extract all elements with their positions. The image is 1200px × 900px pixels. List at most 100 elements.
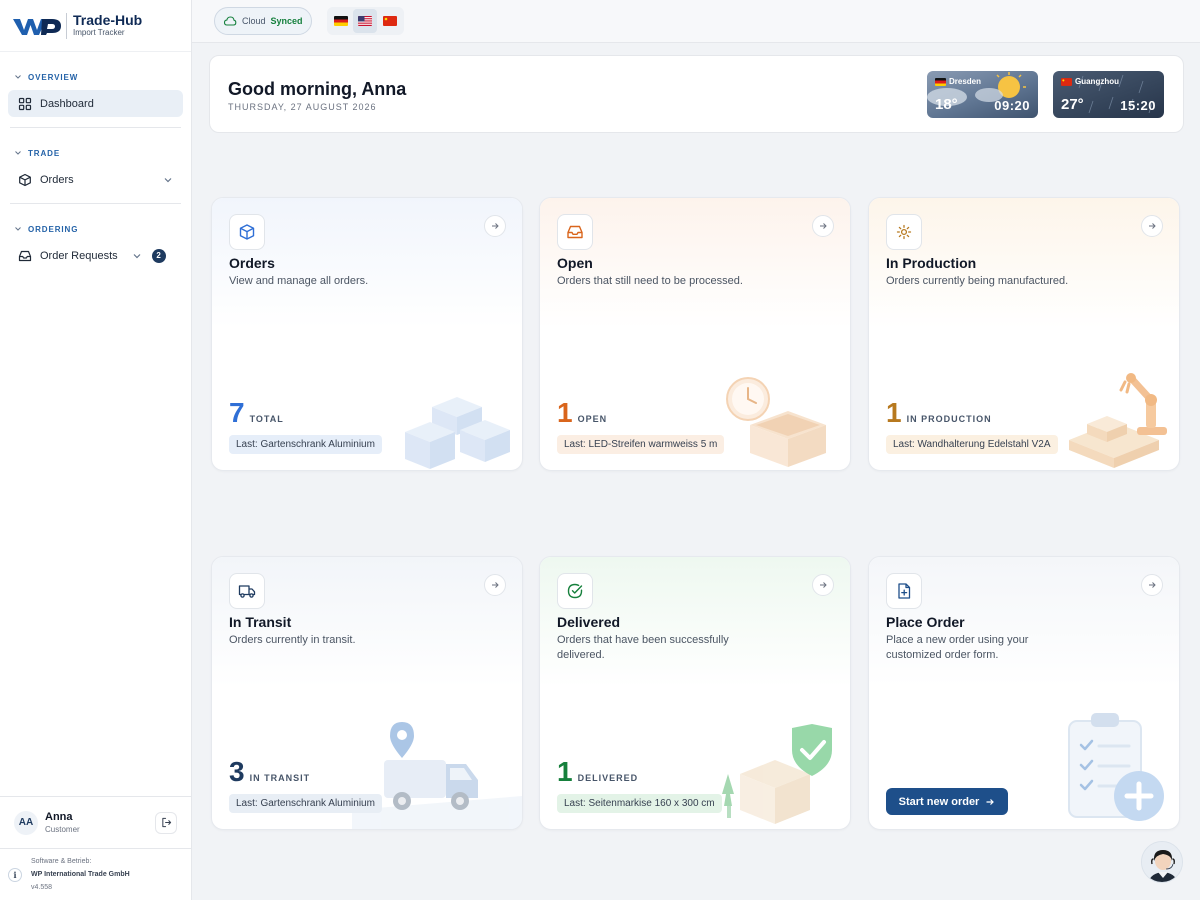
germany-flag-icon <box>334 16 349 26</box>
app-logo[interactable]: Trade-Hub Import Tracker <box>0 0 191 52</box>
card-in-transit[interactable]: In Transit Orders currently in transit. … <box>211 556 523 830</box>
china-flag-icon <box>1061 77 1072 86</box>
open-arrow-button[interactable] <box>812 574 834 596</box>
weather-city: Guangzhou <box>1061 77 1119 86</box>
count-unit: IN PRODUCTION <box>906 414 992 424</box>
city-name: Guangzhou <box>1075 77 1119 86</box>
footer-line: Software & Betrieb: <box>31 858 92 865</box>
boxes-illustration <box>405 397 510 469</box>
section-title: TRADE <box>28 148 61 158</box>
chevron-down-icon <box>15 75 21 79</box>
weather-temperature: 27° <box>1061 96 1084 113</box>
button-label: Start new order <box>898 795 980 808</box>
local-time: 09:20 <box>994 98 1030 113</box>
divider <box>10 203 181 204</box>
card-description: Place a new order using your customized … <box>886 634 1029 661</box>
count-value: 7 <box>229 397 245 428</box>
arrow-right-icon <box>492 223 499 229</box>
weather-widget-dresden[interactable]: Dresden 18° 09:20 <box>927 71 1038 118</box>
local-time: 15:20 <box>1120 98 1156 113</box>
box-icon <box>19 173 31 186</box>
card-description: Orders that still need to be processed. <box>557 275 743 287</box>
footer-text: Software & Betrieb: WP International Tra… <box>31 855 130 894</box>
last-item-tag: Last: Wandhalterung Edelstahl V2A <box>886 435 1058 454</box>
card-title: In Transit <box>229 614 292 630</box>
language-zh-button[interactable] <box>378 9 402 33</box>
count-unit: DELIVERED <box>577 773 639 783</box>
card-title: In Production <box>886 255 977 271</box>
support-chat-avatar[interactable] <box>1141 841 1183 883</box>
count-unit: IN TRANSIT <box>249 773 311 783</box>
card-icon <box>886 573 922 609</box>
logout-button[interactable] <box>155 811 177 834</box>
chevron-down-icon[interactable] <box>132 251 142 261</box>
arrow-right-icon <box>1149 223 1156 229</box>
section-ordering: ORDERING Order Requests 2 <box>0 221 191 269</box>
sidebar-item-order-requests[interactable]: Order Requests 2 <box>8 242 183 269</box>
open-arrow-button[interactable] <box>484 574 506 596</box>
open-arrow-button[interactable] <box>484 215 506 237</box>
last-item-tag: Last: LED-Streifen warmweiss 5 m <box>557 435 725 454</box>
section-overview: OVERVIEW Dashboard <box>0 69 191 117</box>
card-title: Place Order <box>886 614 965 630</box>
language-de-button[interactable] <box>329 9 353 33</box>
card-count: 1 OPEN <box>557 398 607 428</box>
section-header-overview[interactable]: OVERVIEW <box>8 69 183 85</box>
sync-status: Synced <box>270 16 303 26</box>
footer-info: i Software & Betrieb: WP International T… <box>0 848 191 900</box>
user-panel: AA Anna Customer <box>0 796 191 848</box>
card-description: Orders currently being manufactured. <box>886 275 1069 287</box>
count-value: 1 <box>557 756 573 787</box>
truck-icon <box>238 585 256 598</box>
arrow-right-icon <box>492 582 499 588</box>
inbox-icon <box>567 225 583 239</box>
arrow-right-icon <box>820 582 827 588</box>
card-title: Delivered <box>557 614 621 630</box>
shield-box-illustration <box>722 724 832 824</box>
card-orders[interactable]: Orders View and manage all orders. 7 TOT… <box>211 197 523 471</box>
language-en-button[interactable] <box>353 9 378 33</box>
sidebar-item-orders[interactable]: Orders <box>8 166 183 193</box>
avatar[interactable]: AA <box>14 810 38 835</box>
card-delivered[interactable]: Delivered Orders that have been successf… <box>539 556 851 830</box>
section-header-ordering[interactable]: ORDERING <box>8 221 183 237</box>
card-count: 7 TOTAL <box>229 398 284 428</box>
sidebar: Trade-Hub Import Tracker OVERVIEW Dashbo… <box>0 0 192 900</box>
logout-icon <box>161 817 171 828</box>
last-item-tag: Last: Gartenschrank Aluminium <box>229 794 382 813</box>
card-icon <box>229 214 265 250</box>
card-description: Orders that have been successfully deliv… <box>557 634 729 661</box>
weather-widget-guangzhou[interactable]: Guangzhou 27° 15:20 <box>1053 71 1164 118</box>
open-arrow-button[interactable] <box>1141 574 1163 596</box>
top-bar: Cloud Synced <box>192 0 1200 43</box>
section-header-trade[interactable]: TRADE <box>8 145 183 161</box>
arrow-right-icon <box>1149 582 1156 588</box>
cloud-label: Cloud <box>242 16 266 26</box>
cloud-sync-status[interactable]: Cloud Synced <box>214 7 312 35</box>
start-new-order-button[interactable]: Start new order <box>886 788 1008 815</box>
card-icon <box>557 573 593 609</box>
card-count: 3 IN TRANSIT <box>229 757 310 787</box>
inbox-icon <box>18 250 32 261</box>
card-icon <box>886 214 922 250</box>
count-value: 1 <box>886 397 902 428</box>
card-place-order[interactable]: Place Order Place a new order using your… <box>868 556 1180 830</box>
app-name: Trade-Hub <box>73 12 143 28</box>
chevron-down-icon[interactable] <box>163 175 173 185</box>
footer-company: WP International Trade GmbH <box>31 871 130 878</box>
open-arrow-button[interactable] <box>812 215 834 237</box>
robot-arm-illustration <box>1069 373 1167 468</box>
last-item-tag: Last: Seitenmarkise 160 x 300 cm <box>557 794 722 813</box>
card-open[interactable]: Open Orders that still need to be proces… <box>539 197 851 471</box>
file-plus-icon <box>898 583 911 599</box>
section-title: ORDERING <box>28 224 79 234</box>
divider <box>10 127 181 128</box>
card-in-production[interactable]: In Production Orders currently being man… <box>868 197 1180 471</box>
info-icon[interactable]: i <box>8 867 22 882</box>
card-count: 1 IN PRODUCTION <box>886 398 992 428</box>
sidebar-item-dashboard[interactable]: Dashboard <box>8 90 183 117</box>
open-arrow-button[interactable] <box>1141 215 1163 237</box>
sidebar-item-label: Dashboard <box>40 97 94 110</box>
wp-logo-icon <box>13 18 61 35</box>
sidebar-item-label: Orders <box>40 173 74 186</box>
